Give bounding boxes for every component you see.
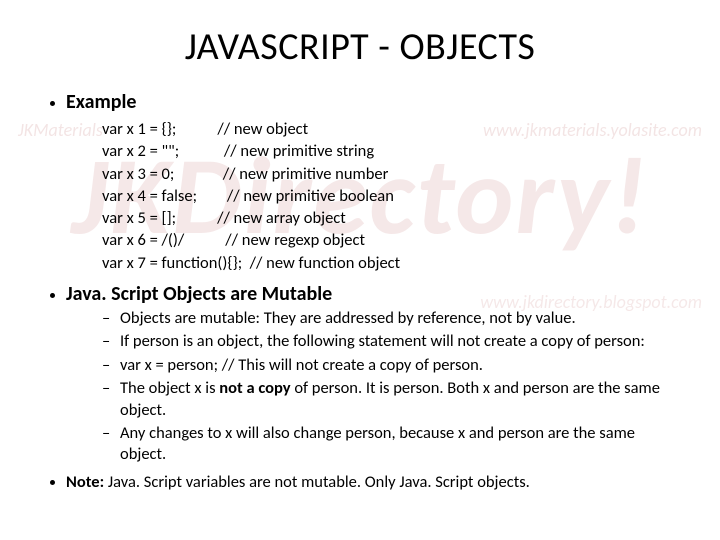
list-item: The object x is not a copy of person. It… <box>102 378 680 421</box>
slide: JAVASCRIPT - OBJECTS Example var x 1 = {… <box>0 0 720 540</box>
note-text: Note: Java. Script variables are not mut… <box>66 472 530 492</box>
section-mutable: Java. Script Objects are Mutable Objects… <box>66 282 680 466</box>
mutable-heading: Java. Script Objects are Mutable <box>66 282 332 306</box>
item-bold: not a copy <box>219 378 290 398</box>
code-block: var x 1 = {}; // new object var x 2 = ""… <box>102 118 680 274</box>
note-body: Java. Script variables are not mutable. … <box>104 472 530 492</box>
list-item: If person is an object, the following st… <box>102 331 680 352</box>
note-bold: Note: <box>66 472 104 492</box>
list-item: var x = person; // This will not create … <box>102 355 680 376</box>
section-note: Note: Java. Script variables are not mut… <box>66 472 680 493</box>
mutable-list: Objects are mutable: They are addressed … <box>66 308 680 466</box>
example-heading: Example <box>66 90 137 114</box>
item-text: The object x is <box>120 378 219 398</box>
page-title: JAVASCRIPT - OBJECTS <box>40 24 680 70</box>
list-item: Any changes to x will also change person… <box>102 423 680 466</box>
section-example: Example var x 1 = {}; // new object var … <box>66 90 680 274</box>
content-list: Example var x 1 = {}; // new object var … <box>40 90 680 493</box>
list-item: Objects are mutable: They are addressed … <box>102 308 680 329</box>
